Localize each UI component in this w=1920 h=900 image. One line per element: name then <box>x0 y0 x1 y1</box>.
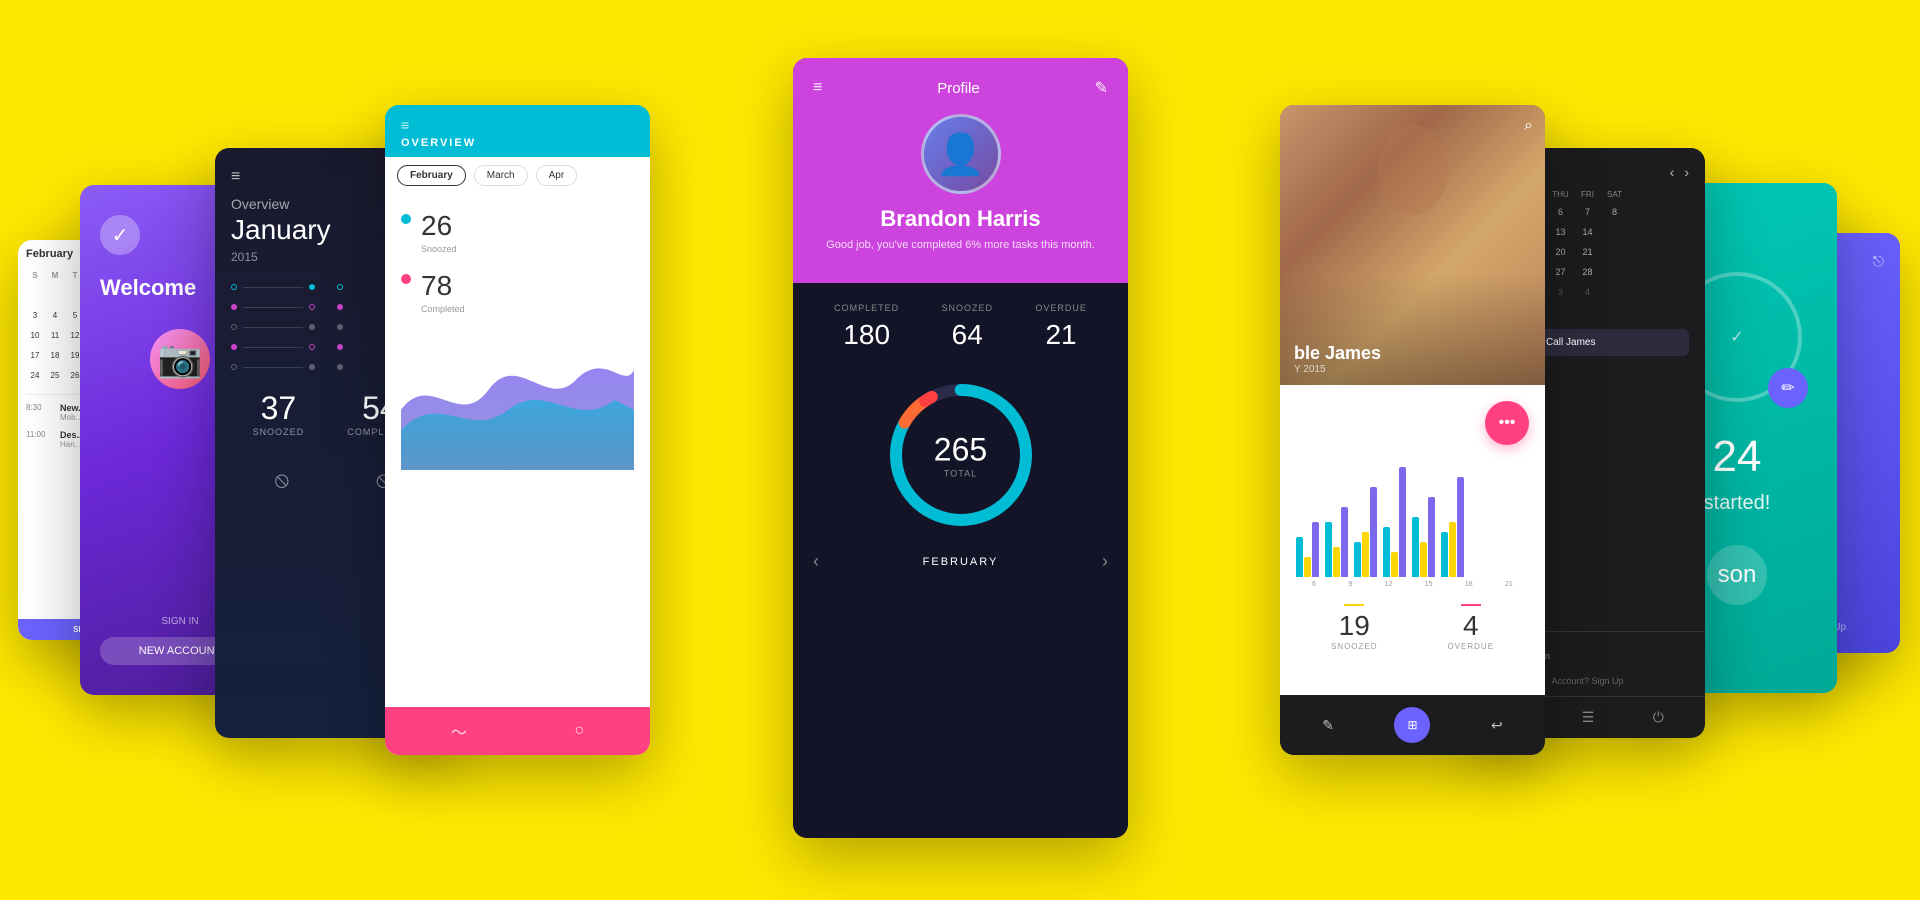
prev-month-button[interactable]: ‹ <box>813 551 819 572</box>
screen6-nav-edit[interactable]: ✎ <box>1322 717 1334 734</box>
tab-february[interactable]: February <box>397 165 466 186</box>
screen8-label: son <box>1718 561 1757 589</box>
completed-stat-num: 180 <box>834 319 899 351</box>
nav-power-icon[interactable]: ⏻ <box>1653 709 1664 726</box>
completed-stat-label: COMPLETED <box>834 303 899 313</box>
screen-overview-tabs: ≡ OVERVIEW February March Apr 26 Snoozed <box>385 105 650 755</box>
person-name: ble James <box>1294 343 1381 364</box>
total-number: 265 <box>934 432 987 469</box>
person-date: Y 2015 <box>1294 364 1381 375</box>
total-label: TOTAL <box>934 469 987 479</box>
screen6-snoozed-num: 19 <box>1331 610 1378 642</box>
nav-list-icon[interactable]: ☰ <box>1582 709 1595 726</box>
screen-profile-main: ≡ Profile ✎ 👤 Brandon Harris Good job, y… <box>793 58 1128 838</box>
snoozed-stat-label: SNOOZED <box>941 303 993 313</box>
profile-menu-icon[interactable]: ≡ <box>813 79 822 97</box>
screen4-snoozed-num: 26 <box>421 210 457 242</box>
overdue-stat-label: OVERDUE <box>1035 303 1087 313</box>
screen8-started: started! <box>1704 492 1771 515</box>
check-icon: ✓ <box>100 215 140 255</box>
screen4-footer-wave[interactable]: 〜 <box>451 719 467 743</box>
screens-container: February S M T W T F S 1 2 3 4 5 6 7 <box>0 0 1920 900</box>
screen-photo-profile: ⌕ ble James Y 2015 ••• <box>1280 105 1545 755</box>
snoozed-label: SNOOZED <box>253 427 305 437</box>
screen6-snoozed-label: SNOOZED <box>1331 642 1378 651</box>
screen4-completed-label: Completed <box>421 304 465 314</box>
profile-title: Profile <box>937 80 980 97</box>
profile-avatar: 👤 <box>921 114 1001 194</box>
tab-april[interactable]: Apr <box>536 165 578 186</box>
next-month-arrow[interactable]: › <box>1684 164 1689 180</box>
profile-photo: ⌕ ble James Y 2015 <box>1280 105 1545 385</box>
screen4-hamburger[interactable]: ≡ <box>401 117 634 133</box>
screen6-nav-active[interactable]: ⊞ <box>1394 707 1430 743</box>
snoozed-stat-num: 64 <box>941 319 993 351</box>
logout-icon[interactable]: ⎋ <box>1873 253 1884 270</box>
screen4-footer-clock[interactable]: ○ <box>575 722 585 740</box>
screen6-nav-back[interactable]: ↩ <box>1491 717 1503 734</box>
event-title: Call James <box>1546 337 1679 348</box>
next-month-button[interactable]: › <box>1102 551 1108 572</box>
fab-button[interactable]: ••• <box>1485 401 1529 445</box>
search-icon[interactable]: ⌕ <box>1524 117 1533 135</box>
overdue-stat-num: 21 <box>1035 319 1087 351</box>
current-month: FEBRUARY <box>923 556 999 568</box>
profile-subtitle: Good job, you've completed 6% more tasks… <box>813 238 1108 253</box>
snoozed-number: 37 <box>253 390 305 427</box>
profile-name: Brandon Harris <box>813 206 1108 232</box>
screen4-title: OVERVIEW <box>401 137 634 149</box>
prev-month-arrow[interactable]: ‹ <box>1670 164 1675 180</box>
screen4-snoozed-label: Snoozed <box>421 244 457 254</box>
profile-edit-icon[interactable]: ✎ <box>1095 78 1108 98</box>
avatar: 📷 <box>150 329 210 389</box>
screen4-completed-num: 78 <box>421 270 465 302</box>
screen6-overdue-label: OVERDUE <box>1447 642 1494 651</box>
total-circle: 265 TOTAL <box>881 375 1041 535</box>
screen6-overdue-num: 4 <box>1447 610 1494 642</box>
tab-march[interactable]: March <box>474 165 528 186</box>
screen3-icon1[interactable]: ⦸ <box>275 467 289 493</box>
screen8-number: 24 <box>1713 432 1762 482</box>
